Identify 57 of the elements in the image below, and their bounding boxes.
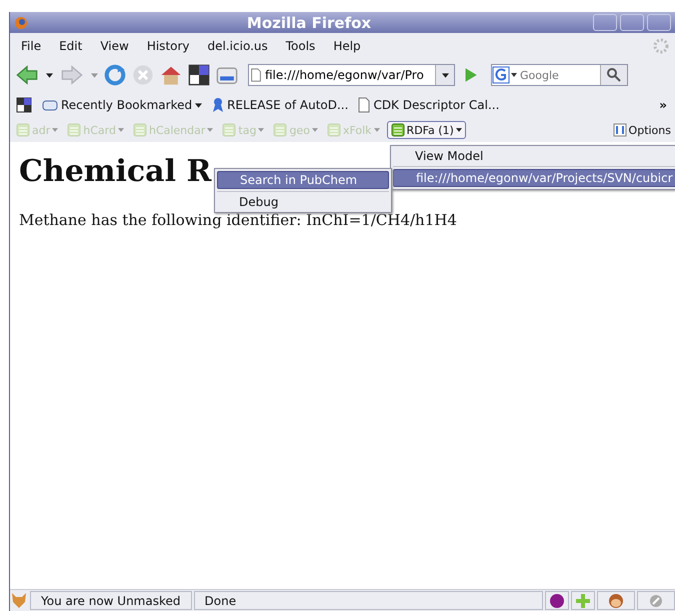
- list-icon: [132, 123, 147, 137]
- more-bookmarks-button[interactable]: »: [659, 98, 667, 112]
- close-button[interactable]: [647, 14, 671, 31]
- list-icon: [222, 123, 236, 137]
- list-icon: [16, 123, 30, 137]
- page-icon: [358, 97, 370, 113]
- checkered-icon: [188, 64, 210, 86]
- page-heading: Chemical R: [19, 154, 212, 189]
- search-bar[interactable]: Google: [491, 64, 628, 86]
- firefox-icon: [14, 16, 28, 30]
- page-paragraph: Methane has the following identifier: InChI=1/CH4/h1H4: [19, 211, 458, 229]
- list-icon: [273, 123, 288, 137]
- caret-icon[interactable]: [442, 72, 448, 78]
- bookmark-item[interactable]: CDK Descriptor Cal...: [358, 97, 500, 113]
- stop-icon: [132, 64, 154, 86]
- list-icon: [67, 123, 82, 137]
- menu-item[interactable]: View Model: [393, 148, 675, 164]
- bookmark-item[interactable]: RELEASE of AutoD...: [212, 97, 348, 113]
- back-icon: [14, 64, 40, 86]
- folder-icon: [42, 99, 58, 111]
- status-message: You are now Unmasked: [30, 591, 192, 610]
- bookmark-item[interactable]: Recently Bookmarked: [42, 98, 202, 112]
- list-icon: [390, 123, 405, 137]
- google-icon[interactable]: [492, 66, 518, 84]
- page-icon: [249, 68, 263, 82]
- ball-icon: [549, 592, 565, 608]
- menu-item[interactable]: Edit: [50, 38, 92, 52]
- menu-item[interactable]: Search in PubChem: [217, 171, 389, 189]
- maximize-button[interactable]: [620, 14, 644, 31]
- checkered-icon: [16, 97, 32, 113]
- options-button[interactable]: Options: [612, 123, 671, 137]
- menu-item[interactable]: Debug: [217, 194, 389, 210]
- list-icon: [326, 123, 341, 137]
- menu-item[interactable]: Tools: [276, 38, 324, 52]
- status-text: Done: [194, 591, 543, 610]
- disabled-icon: [648, 592, 664, 608]
- menu-item[interactable]: del.icio.us: [198, 38, 277, 52]
- menu-item[interactable]: View: [91, 38, 138, 52]
- ribbon-icon: [212, 97, 224, 113]
- plus-icon: [575, 592, 591, 608]
- menu-item[interactable]: file:///home/egonw/var/Projects/SVN/cubicr: [393, 169, 675, 187]
- throbber-icon: [653, 38, 669, 54]
- microformat-button[interactable]: RDFa (1): [386, 121, 466, 139]
- fox-icon: [10, 592, 28, 609]
- home-icon: [160, 64, 182, 86]
- menu-item[interactable]: History: [138, 38, 199, 52]
- search-icon: [606, 67, 622, 83]
- caret-icon[interactable]: [46, 72, 53, 78]
- address-field[interactable]: file:///home/egonw/var/Pro: [248, 64, 455, 86]
- window-title: Mozilla Firefox: [246, 14, 372, 32]
- menu-item[interactable]: Help: [324, 38, 370, 52]
- reload-icon: [104, 64, 126, 86]
- forward-icon: [59, 64, 85, 86]
- caret-icon[interactable]: [195, 102, 202, 108]
- caret-icon[interactable]: [456, 128, 462, 132]
- minimize-button[interactable]: [593, 14, 617, 31]
- menu-item[interactable]: File: [12, 38, 50, 52]
